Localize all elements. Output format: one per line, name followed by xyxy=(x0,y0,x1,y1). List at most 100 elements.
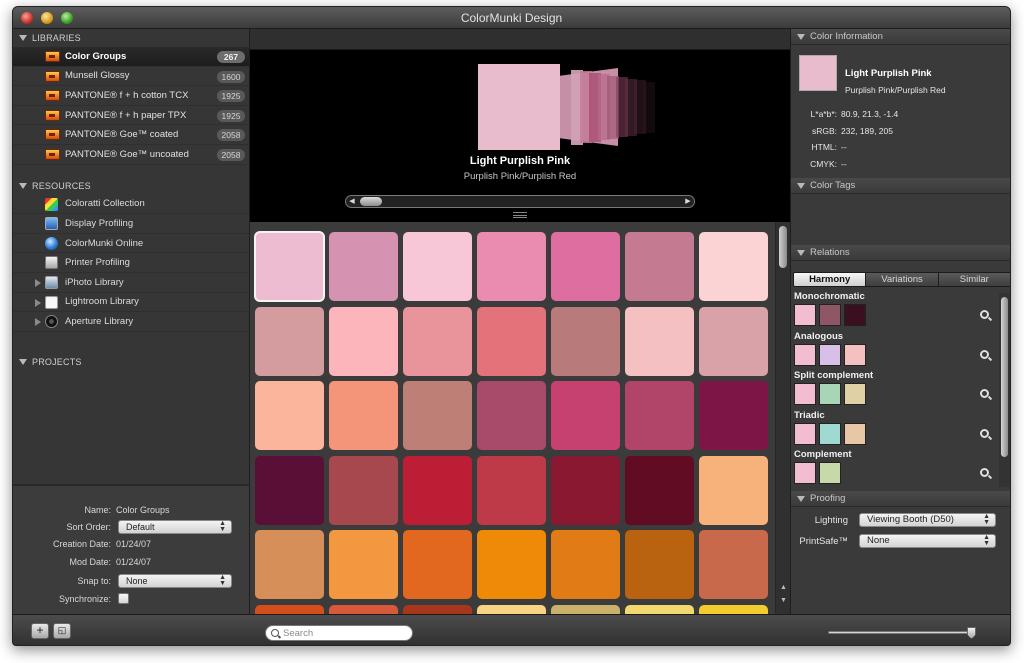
color-swatch[interactable] xyxy=(551,306,620,376)
relations-header[interactable]: Relations xyxy=(791,245,1010,261)
relation-swatch[interactable] xyxy=(844,383,866,405)
tab-similar[interactable]: Similar xyxy=(938,273,1010,286)
relation-swatch[interactable] xyxy=(819,422,841,445)
color-swatch[interactable] xyxy=(329,530,398,599)
color-swatch[interactable] xyxy=(403,604,472,614)
color-swatch[interactable] xyxy=(551,530,620,599)
sidebar-resource-item[interactable]: Display Profiling xyxy=(13,214,249,234)
sidebar-resource-item[interactable]: Aperture Library xyxy=(13,312,249,332)
color-tags-header[interactable]: Color Tags xyxy=(791,178,1010,194)
color-swatch[interactable] xyxy=(329,455,398,525)
sidebar-library-item[interactable]: PANTONE® f + h cotton TCX 1925 xyxy=(13,86,249,106)
swatch-size-slider[interactable] xyxy=(828,627,976,639)
resources-header[interactable]: RESOURCES xyxy=(13,177,249,195)
search-field[interactable] xyxy=(265,625,413,641)
color-swatch[interactable] xyxy=(255,455,324,525)
color-swatch[interactable] xyxy=(477,232,546,301)
color-information-header[interactable]: Color Information xyxy=(791,29,1010,45)
magnifier-icon[interactable] xyxy=(980,310,989,319)
projects-header[interactable]: PROJECTS xyxy=(13,353,249,371)
color-swatch[interactable] xyxy=(329,604,398,614)
color-swatch[interactable] xyxy=(551,232,620,301)
color-swatch[interactable] xyxy=(699,455,768,525)
sidebar-resource-item[interactable]: Lightroom Library xyxy=(13,293,249,313)
scroll-up-icon[interactable]: ▲ xyxy=(776,584,791,591)
printsafe-select[interactable]: None ▲ ▼ xyxy=(859,534,996,548)
disclosure-triangle-icon[interactable] xyxy=(797,182,805,189)
tab-variations[interactable]: Variations xyxy=(866,273,939,286)
color-swatch[interactable] xyxy=(699,530,768,599)
grid-scroll-thumb[interactable] xyxy=(779,226,787,268)
color-swatch[interactable] xyxy=(699,306,768,376)
scroll-right-icon[interactable]: ▶ xyxy=(683,197,693,206)
disclosure-triangle-icon[interactable] xyxy=(35,318,41,327)
color-swatch[interactable] xyxy=(625,306,694,376)
relation-swatch[interactable] xyxy=(819,304,841,326)
color-swatch[interactable] xyxy=(477,604,546,614)
preview-main-swatch[interactable] xyxy=(478,64,560,150)
color-swatch[interactable] xyxy=(403,455,472,525)
synchronize-checkbox[interactable] xyxy=(118,593,129,604)
color-swatch[interactable] xyxy=(403,232,472,301)
disclosure-triangle-icon[interactable] xyxy=(797,33,805,40)
sidebar-resource-item[interactable]: iPhoto Library xyxy=(13,273,249,293)
disclosure-triangle-icon[interactable] xyxy=(35,298,41,307)
disclosure-triangle-icon[interactable] xyxy=(19,35,27,41)
relation-swatch[interactable] xyxy=(794,304,816,326)
relation-swatch[interactable] xyxy=(819,462,841,484)
relation-swatch[interactable] xyxy=(819,383,841,405)
slider-knob[interactable] xyxy=(967,627,976,639)
color-swatch[interactable] xyxy=(699,604,768,614)
color-swatch[interactable] xyxy=(403,530,472,599)
libraries-header[interactable]: LIBRARIES xyxy=(13,29,249,47)
lighting-select[interactable]: Viewing Booth (D50) ▲ ▼ xyxy=(859,513,996,527)
sidebar-resource-item[interactable]: Printer Profiling xyxy=(13,253,249,273)
color-swatch[interactable] xyxy=(255,530,324,599)
sidebar-library-item[interactable]: PANTONE® f + h paper TPX 1925 xyxy=(13,106,249,126)
relation-swatch[interactable] xyxy=(844,304,866,326)
sidebar-library-item[interactable]: Color Groups 267 xyxy=(13,47,249,67)
search-input[interactable] xyxy=(283,627,407,639)
color-swatch[interactable] xyxy=(477,306,546,376)
disclosure-triangle-icon[interactable] xyxy=(797,495,805,502)
sidebar-library-item[interactable]: PANTONE® Goe™ uncoated 2058 xyxy=(13,145,249,165)
color-swatch[interactable] xyxy=(329,232,398,301)
color-swatch[interactable] xyxy=(255,381,324,450)
color-swatch[interactable] xyxy=(477,455,546,525)
scroll-left-icon[interactable]: ◀ xyxy=(347,197,357,206)
title-bar[interactable]: ColorMunki Design xyxy=(13,7,1010,29)
sidebar-resource-item[interactable]: Coloratti Collection xyxy=(13,195,249,215)
magnifier-icon[interactable] xyxy=(980,389,989,398)
tab-harmony[interactable]: Harmony xyxy=(794,273,867,286)
add-button[interactable]: + xyxy=(31,623,49,639)
relation-swatch[interactable] xyxy=(844,422,866,445)
color-swatch[interactable] xyxy=(403,381,472,450)
disclosure-triangle-icon[interactable] xyxy=(19,182,27,189)
relations-scrollbar[interactable] xyxy=(999,293,1010,487)
color-swatch[interactable] xyxy=(329,306,398,376)
sidebar-resource-item[interactable]: ColorMunki Online xyxy=(13,234,249,254)
grid-scrollbar[interactable]: ▲ ▼ xyxy=(775,222,790,614)
color-swatch[interactable] xyxy=(551,604,620,614)
sort-order-select[interactable]: Default ▲ ▼ xyxy=(118,520,232,534)
color-swatch[interactable] xyxy=(625,455,694,525)
magnifier-icon[interactable] xyxy=(980,349,989,359)
new-group-button[interactable]: ◱ xyxy=(53,623,71,639)
preview-scrollbar[interactable]: ◀ ▶ xyxy=(345,195,695,208)
color-swatch[interactable] xyxy=(551,455,620,525)
color-swatch[interactable] xyxy=(699,381,768,450)
color-swatch[interactable] xyxy=(254,231,325,302)
color-swatch[interactable] xyxy=(625,604,694,614)
sidebar-library-item[interactable]: PANTONE® Goe™ coated 2058 xyxy=(13,125,249,145)
magnifier-icon[interactable] xyxy=(980,428,989,438)
color-swatch[interactable] xyxy=(477,530,546,599)
relation-swatch[interactable] xyxy=(819,343,841,366)
disclosure-triangle-icon[interactable] xyxy=(797,249,805,256)
scroll-down-icon[interactable]: ▼ xyxy=(776,597,791,604)
relation-swatch[interactable] xyxy=(794,422,816,445)
color-swatch[interactable] xyxy=(403,306,472,376)
color-swatch[interactable] xyxy=(625,381,694,450)
color-swatch[interactable] xyxy=(699,232,768,301)
color-swatch[interactable] xyxy=(551,381,620,450)
proofing-header[interactable]: Proofing xyxy=(791,491,1010,507)
